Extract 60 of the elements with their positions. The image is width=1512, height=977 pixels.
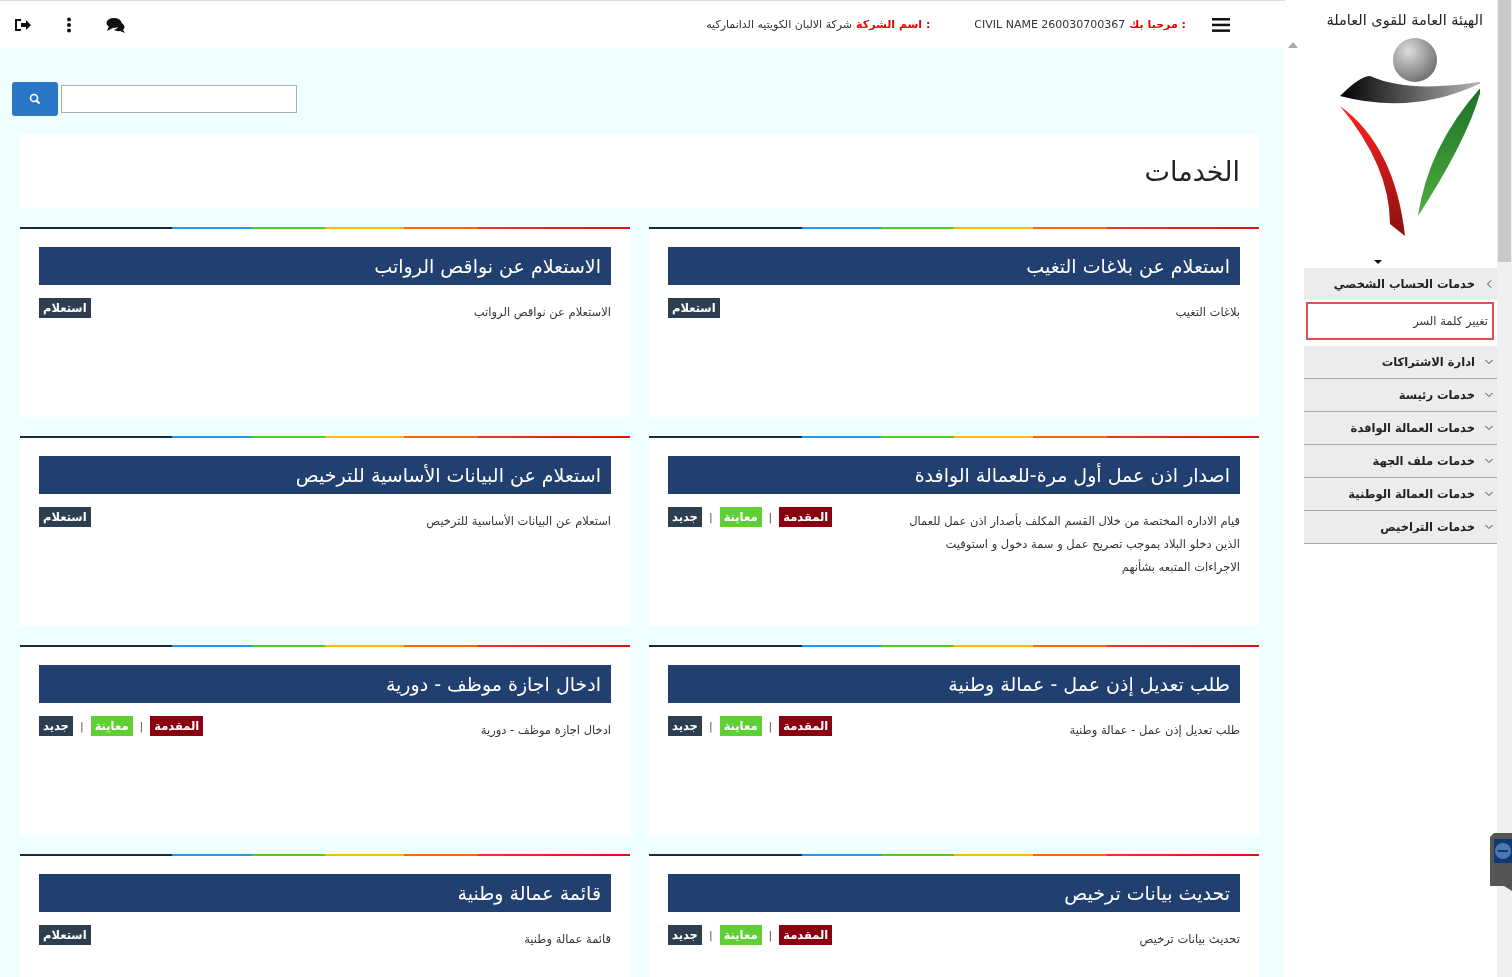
submitted-badge[interactable]: المقدمة — [150, 716, 204, 736]
service-description: قائمة عمالة وطنية — [524, 931, 611, 948]
service-title[interactable]: اصدار اذن عمل أول مرة-للعمالة الوافدة — [668, 456, 1240, 494]
service-description: طلب تعديل إذن عمل - عمالة وطنية — [1069, 722, 1240, 739]
service-description: بلاغات التغيب — [1175, 304, 1240, 321]
menu-item[interactable]: خدمات الحساب الشخصي — [1304, 268, 1497, 300]
separator: | — [768, 510, 773, 524]
separator: | — [708, 928, 713, 942]
kebab-menu-icon[interactable] — [66, 16, 72, 33]
submenu-item[interactable]: تغيير كلمة السر — [1306, 302, 1494, 340]
service-title[interactable]: استعلام عن بلاغات التغيب — [668, 247, 1240, 285]
separator: | — [768, 719, 773, 733]
logout-icon[interactable] — [14, 16, 32, 33]
service-description: ادخال اجازة موظف - دورية — [480, 722, 611, 739]
menu-item[interactable]: خدمات العمالة الوطنية — [1304, 478, 1497, 511]
separator: | — [708, 510, 713, 524]
new-badge[interactable]: جديد — [668, 507, 702, 527]
menu-item[interactable]: خدمات العمالة الوافدة — [1304, 412, 1497, 445]
search-field[interactable] — [61, 85, 297, 113]
company-label: اسم الشركة : — [856, 18, 931, 31]
service-title[interactable]: طلب تعديل إذن عمل - عمالة وطنية — [668, 665, 1240, 703]
company-name: شركة الالبان الكويتيه الدانماركيه — [706, 18, 853, 31]
support-tab-icon[interactable] — [1490, 833, 1512, 891]
submitted-badge[interactable]: المقدمة — [779, 507, 833, 527]
menu-icon[interactable] — [1212, 17, 1230, 32]
new-badge[interactable]: جديد — [668, 716, 702, 736]
new-badge[interactable]: جديد — [39, 716, 73, 736]
menu-item[interactable]: خدمات ملف الجهة — [1304, 445, 1497, 478]
submitted-badge[interactable]: المقدمة — [779, 925, 833, 945]
menu-item[interactable]: خدمات رئيسة — [1304, 379, 1497, 412]
separator: | — [768, 928, 773, 942]
new-badge[interactable]: جديد — [668, 925, 702, 945]
site-title: الهيئة العامة للقوى العاملة — [1325, 11, 1484, 28]
scrollbar[interactable] — [1497, 0, 1512, 977]
caret-icon[interactable] — [1374, 260, 1382, 264]
service-title[interactable]: ادخال اجازة موظف - دورية — [39, 665, 611, 703]
separator: | — [139, 719, 144, 733]
service-title[interactable]: استعلام عن البيانات الأساسية للترخيص — [39, 456, 611, 494]
service-description: تحديث بيانات ترخيص — [1139, 931, 1240, 949]
service-description: قيام الاداره المختصة من خلال القسم المكلف بأصدار اذن عمل للعمال الذين دخلو البلاد بموجب تصريح عمل و سمة دخول و استوفيت الاجراءات المتبعه بشأنهم — [909, 512, 1240, 576]
civil-name: CIVIL NAME 260030700367 — [974, 18, 1126, 31]
service-description: الاستعلام عن نواقص الرواتب — [473, 304, 611, 322]
menu-item[interactable]: خدمات التراخيص — [1304, 511, 1497, 544]
welcome-label: مرحبا بك : — [1129, 18, 1186, 31]
section-title: الخدمات — [1144, 155, 1240, 187]
search-icon — [29, 93, 41, 105]
separator: | — [708, 719, 713, 733]
inquiry-badge[interactable]: استعلام — [39, 925, 91, 945]
separator: | — [79, 719, 84, 733]
service-title[interactable]: الاستعلام عن نواقص الرواتب — [39, 247, 611, 285]
submitted-badge[interactable]: المقدمة — [779, 716, 833, 736]
service-title[interactable]: تحديث بيانات ترخيص — [668, 874, 1240, 912]
inquiry-badge[interactable]: استعلام — [39, 507, 91, 527]
chat-icon[interactable] — [106, 16, 126, 33]
service-title[interactable]: قائمة عمالة وطنية — [39, 874, 611, 912]
menu-item[interactable]: ادارة الاشتراكات — [1304, 346, 1497, 379]
inquiry-badge[interactable]: استعلام — [39, 298, 91, 318]
service-description: استعلام عن البيانات الأساسية للترخيص — [426, 513, 611, 531]
search-button[interactable] — [12, 82, 58, 116]
inquiry-badge[interactable]: استعلام — [668, 298, 720, 318]
